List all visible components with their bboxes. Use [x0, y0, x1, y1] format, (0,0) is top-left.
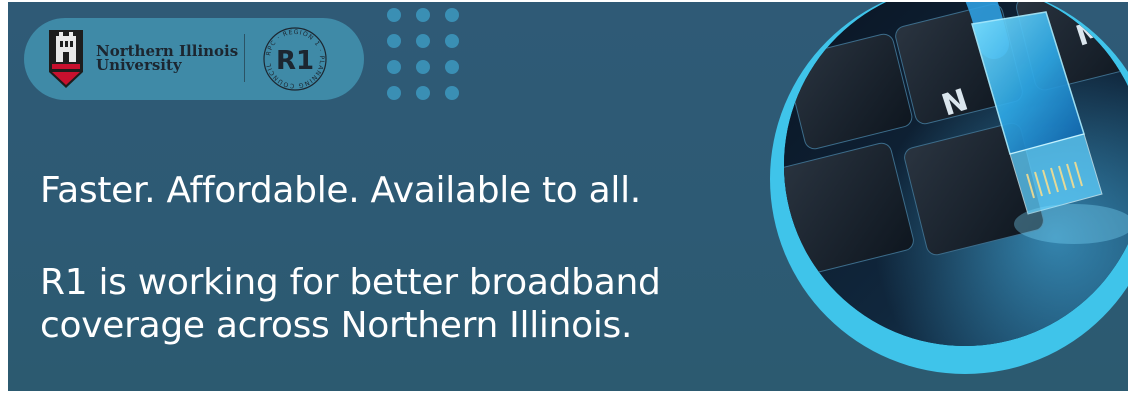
grid-dot	[387, 8, 401, 22]
niu-shield-logo	[49, 30, 83, 88]
niu-name-line2: University	[96, 56, 182, 74]
logo-pill: Northern Illinois University RPC · REGIO…	[24, 18, 364, 100]
logo-divider	[244, 34, 245, 82]
grid-dot	[445, 34, 459, 48]
headline: Faster. Affordable. Available to all.	[40, 170, 641, 211]
body-text: R1 is working for better broadband cover…	[40, 261, 760, 347]
r1-mark: R1	[276, 46, 314, 76]
grid-dot	[416, 8, 430, 22]
ethernet-keyboard-photo: N M	[784, 2, 1128, 346]
grid-dot	[416, 60, 430, 74]
niu-wordmark: Northern Illinois University	[96, 44, 238, 74]
hero-banner: Northern Illinois University RPC · REGIO…	[8, 2, 1128, 391]
grid-dot	[445, 60, 459, 74]
grid-dot	[416, 86, 430, 100]
grid-dot	[387, 86, 401, 100]
photo-ring-accent: N M	[770, 2, 1128, 374]
r1-seal-logo: RPC · REGION 1 · PLANNING COUNCIL R1	[263, 27, 327, 91]
grid-dot	[416, 34, 430, 48]
body-line-2: coverage across Northern Illinois.	[40, 305, 633, 346]
grid-dot	[445, 86, 459, 100]
grid-dot	[387, 34, 401, 48]
grid-dot	[387, 60, 401, 74]
grid-dot	[445, 8, 459, 22]
decorative-dot-grid	[387, 8, 467, 104]
body-line-1: R1 is working for better broadband	[40, 262, 661, 303]
photo-illustration: N M	[784, 2, 1128, 346]
